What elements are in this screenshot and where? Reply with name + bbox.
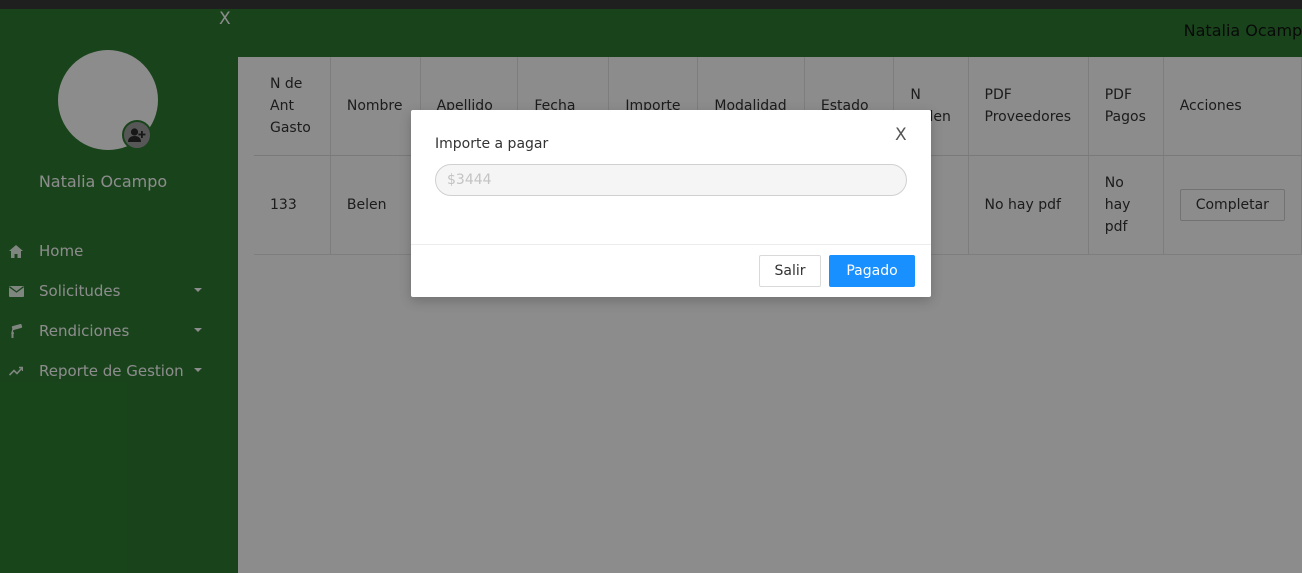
modal-label: Importe a pagar [435, 136, 549, 152]
importe-input[interactable] [435, 164, 907, 196]
salir-button[interactable]: Salir [759, 255, 821, 287]
pagado-button[interactable]: Pagado [829, 255, 915, 287]
payment-modal: X Importe a pagar Salir Pagado [411, 110, 931, 297]
modal-close-icon[interactable]: X [895, 127, 907, 144]
modal-divider [411, 244, 931, 245]
